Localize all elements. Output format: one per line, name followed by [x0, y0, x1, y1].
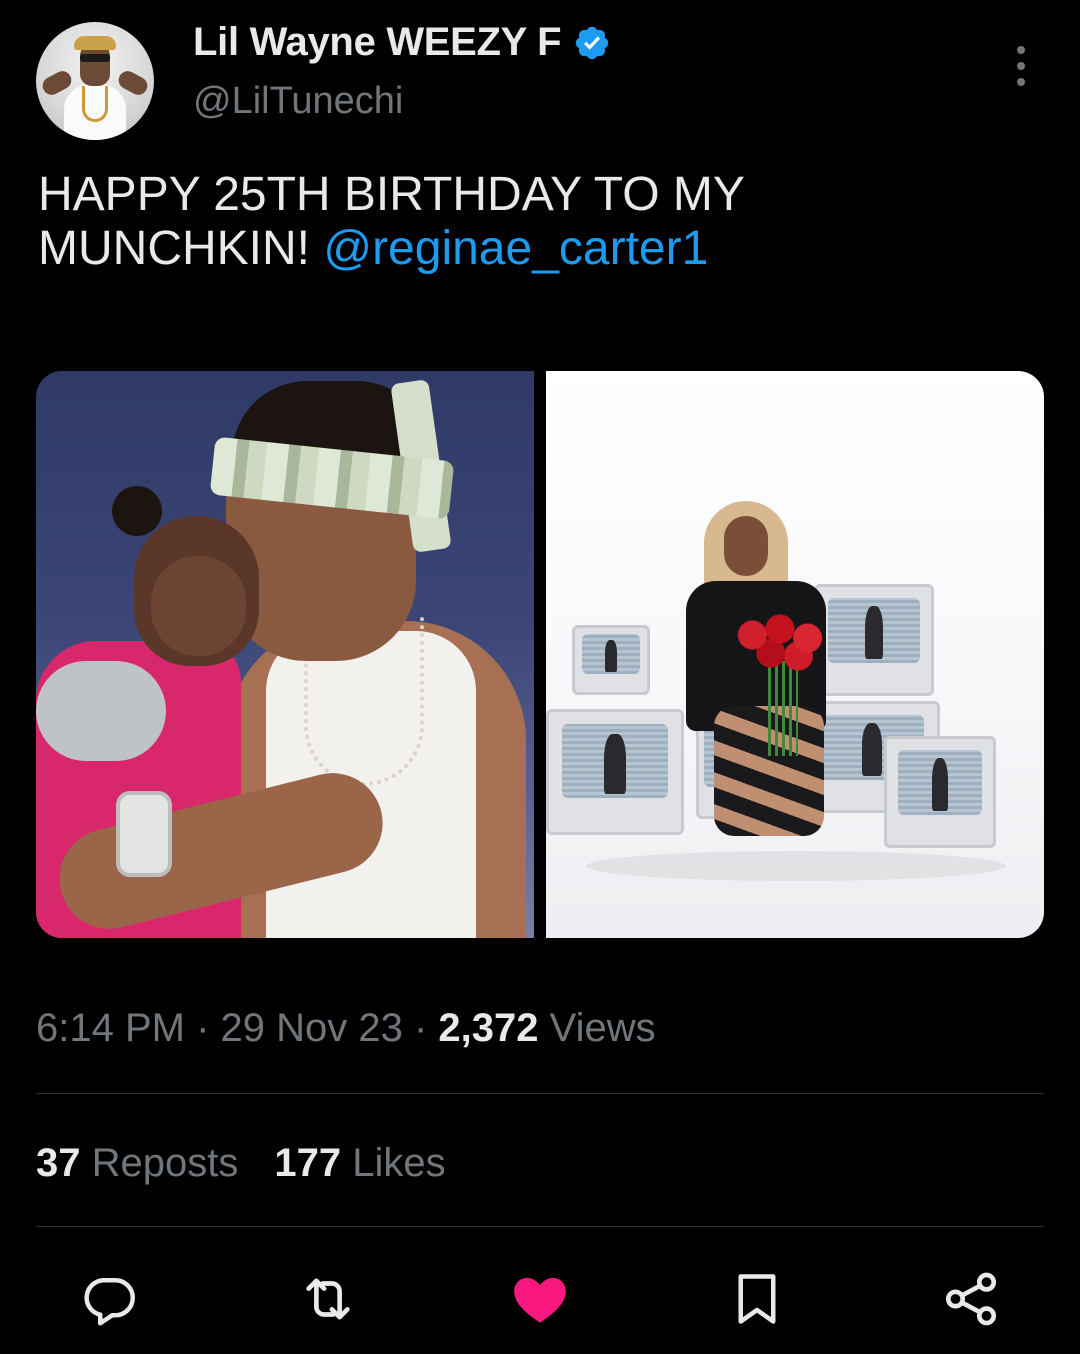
like-icon[interactable] [509, 1268, 571, 1330]
reposts-count: 37 [36, 1141, 81, 1185]
tweet-text: HAPPY 25TH BIRTHDAY TO MY MUNCHKIN! @reg… [38, 168, 1038, 276]
tweet-meta: 6:14 PM · 29 Nov 23 · 2,372 Views [36, 1006, 656, 1051]
mention-link[interactable]: @reginae_carter1 [323, 222, 708, 275]
tweet-time[interactable]: 6:14 PM [36, 1006, 185, 1050]
repost-icon[interactable] [297, 1268, 359, 1330]
tweet-text-line-2: MUNCHKIN! @reginae_carter1 [38, 222, 1038, 276]
views-count: 2,372 [438, 1006, 539, 1050]
bookmark-icon[interactable] [726, 1268, 788, 1330]
author-avatar[interactable] [36, 22, 154, 140]
reposts-label: Reposts [80, 1141, 239, 1185]
likes-label: Likes [341, 1141, 446, 1185]
tweet-text-line-1: HAPPY 25TH BIRTHDAY TO MY [38, 168, 745, 221]
share-icon[interactable] [940, 1268, 1002, 1330]
reposts-stat[interactable]: 37 Reposts [36, 1141, 238, 1186]
photo-father-and-baby[interactable] [36, 371, 534, 938]
more-options-icon[interactable] [1006, 42, 1036, 90]
tweet-text-exclamation: MUNCHKIN! [38, 222, 310, 275]
meta-separator: · [184, 1006, 221, 1050]
tweet-date[interactable]: 29 Nov 23 [221, 1006, 403, 1050]
divider [36, 1093, 1044, 1094]
author-name-row: Lil Wayne WEEZY F [193, 20, 611, 65]
author-handle[interactable]: @LilTunechi [193, 80, 403, 123]
tweet-detail: Lil Wayne WEEZY F @LilTunechi HAPPY 25TH… [0, 0, 1080, 1354]
reply-icon[interactable] [78, 1268, 140, 1330]
likes-count: 177 [274, 1141, 342, 1185]
tweet-stats: 37 Reposts 177 Likes [36, 1141, 446, 1186]
likes-stat[interactable]: 177 Likes [274, 1141, 445, 1186]
author-display-name[interactable]: Lil Wayne WEEZY F [193, 20, 562, 65]
meta-separator: · [402, 1006, 439, 1050]
photo-woman-with-roses-and-tvs[interactable] [546, 371, 1044, 938]
verified-badge-icon[interactable] [573, 24, 611, 62]
views-label: Views [538, 1006, 656, 1050]
divider [36, 1226, 1044, 1227]
media-grid [36, 371, 1044, 938]
